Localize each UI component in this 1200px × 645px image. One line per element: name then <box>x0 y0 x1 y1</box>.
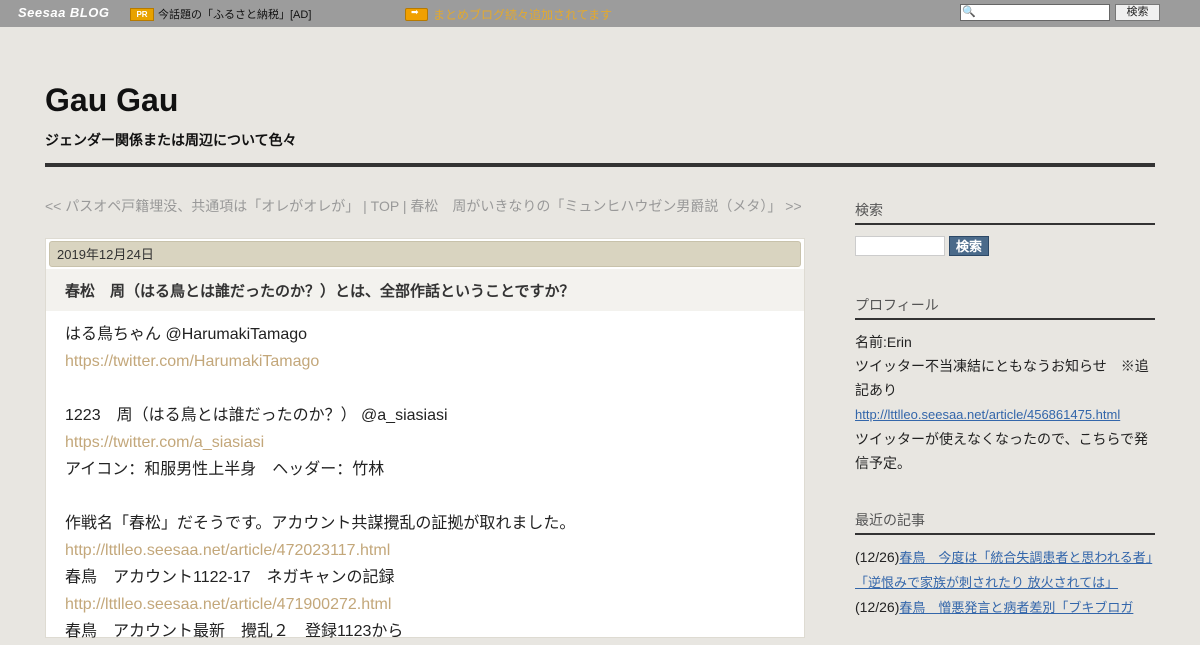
top-search-button[interactable]: 検索 <box>1115 4 1160 21</box>
article-link-anchor[interactable]: https://twitter.com/HarumakiTamago <box>65 353 319 370</box>
seesaa-logo[interactable]: Seesaa BLOG <box>18 5 110 20</box>
recent-article-link[interactable]: 春鳥 憎悪発言と病者差別「ブキブロガ <box>899 600 1133 615</box>
article-line <box>65 375 785 402</box>
recent-article-link[interactable]: 春鳥 今度は「統合失調患者と思われる者」「逆恨みで家族が刺されたり 放火されては… <box>855 550 1152 590</box>
prev-article-link[interactable]: << パスオペ戸籍埋没、共通項は「オレがオレが」 <box>45 198 359 214</box>
article-body: はる鳥ちゃん @HarumakiTamago https://twitter.co… <box>65 321 785 645</box>
sidebar-search-button[interactable]: 検索 <box>949 236 989 256</box>
article-link-anchor[interactable]: http://lttlleo.seesaa.net/article/472023… <box>65 542 390 559</box>
sidebar-search-input[interactable] <box>855 236 945 256</box>
article-line: はる鳥ちゃん @HarumakiTamago <box>65 326 308 343</box>
search-icon: 🔍 <box>962 5 976 18</box>
pr-badge: PR <box>130 8 154 21</box>
article-line: 春鳥 アカウント1122-17 ネガキャンの記録 <box>65 569 395 586</box>
article-link[interactable]: https://twitter.com/a_siasiasi <box>65 429 785 456</box>
article-link-anchor[interactable]: http://lttlleo.seesaa.net/article/471900… <box>65 596 391 613</box>
profile-content: 名前:Erin ツイッター不当凍結にともなうお知らせ ※追記あり http://… <box>855 330 1155 475</box>
article-title-bar: 春松 周（はる鳥とは誰だったのか？）とは、全部作話ということですか？ <box>46 269 804 311</box>
profile-link[interactable]: http://lttlleo.seesaa.net/article/456861… <box>855 407 1120 422</box>
list-item: (12/26)春鳥 今度は「統合失調患者と思われる者」「逆恨みで家族が刺されたり… <box>855 545 1155 595</box>
next-article-link[interactable]: 春松 周がいきなりの「ミュンヒハウゼン男爵説（メタ）」 >> <box>410 198 801 214</box>
sidebar-profile-heading: プロフィール <box>855 295 1155 320</box>
sidebar-recent: 最近の記事 (12/26)春鳥 今度は「統合失調患者と思われる者」「逆恨みで家族… <box>855 510 1155 620</box>
profile-notice: ツイッター不当凍結にともなうお知らせ ※追記あり <box>855 358 1149 398</box>
article-line: 作戦名「春松」だそうです。アカウント共謀攪乱の証拠が取れました。 <box>65 515 576 532</box>
article-line: 1223 周（はる鳥とは誰だったのか？） @a_siasiasi <box>65 407 448 424</box>
blog-description: ジェンダー関係または周辺について色々 <box>45 133 297 149</box>
article-date: 2019年12月24日 <box>49 241 801 267</box>
sidebar-search-heading: 検索 <box>855 200 1155 225</box>
article-line: アイコン：和服男性上半身 ヘッダー：竹林 <box>65 461 385 478</box>
header-divider <box>45 163 1155 167</box>
article-line: 春鳥 アカウント最新 攪乱２ 登録1123から <box>65 623 404 640</box>
article-link[interactable]: http://lttlleo.seesaa.net/article/472023… <box>65 537 785 564</box>
sidebar-profile: プロフィール 名前:Erin ツイッター不当凍結にともなうお知らせ ※追記あり … <box>855 295 1155 475</box>
article-nav: << パスオペ戸籍埋没、共通項は「オレがオレが」 | TOP | 春松 周がいき… <box>45 197 805 215</box>
sidebar-search: 検索 検索 <box>855 200 1155 256</box>
nav-separator: | <box>359 198 371 214</box>
top-search-input[interactable] <box>960 4 1110 21</box>
blog-title[interactable]: Gau Gau <box>45 82 178 119</box>
article-link-anchor[interactable]: https://twitter.com/a_siasiasi <box>65 434 264 451</box>
recent-date: (12/26) <box>855 549 900 565</box>
article-line <box>65 483 785 510</box>
arrow-right-icon <box>405 8 428 21</box>
pr-link[interactable]: 今話題の「ふるさと納税」[AD] <box>158 6 311 22</box>
recent-date: (12/26) <box>855 599 900 615</box>
article-title[interactable]: 春松 周（はる鳥とは誰だったのか？）とは、全部作話ということですか？ <box>65 280 575 301</box>
top-link[interactable]: TOP <box>371 198 399 214</box>
recent-list: (12/26)春鳥 今度は「統合失調患者と思われる者」「逆恨みで家族が刺されたり… <box>855 545 1155 620</box>
profile-note: ツイッターが使えなくなったので、こちらで発信予定。 <box>855 431 1149 471</box>
notice-link[interactable]: まとめブログ続々追加されてます <box>433 6 612 23</box>
sidebar-recent-heading: 最近の記事 <box>855 510 1155 535</box>
list-item: (12/26)春鳥 憎悪発言と病者差別「ブキブロガ <box>855 595 1155 620</box>
top-bar: Seesaa BLOG PR 今話題の「ふるさと納税」[AD] まとめブログ続々… <box>0 0 1200 27</box>
profile-name: 名前:Erin <box>855 334 912 350</box>
article-link[interactable]: https://twitter.com/HarumakiTamago <box>65 348 785 375</box>
nav-separator: | <box>398 198 411 214</box>
article: 2019年12月24日 春松 周（はる鳥とは誰だったのか？）とは、全部作話という… <box>45 238 805 640</box>
article-link[interactable]: http://lttlleo.seesaa.net/article/471900… <box>65 591 785 618</box>
